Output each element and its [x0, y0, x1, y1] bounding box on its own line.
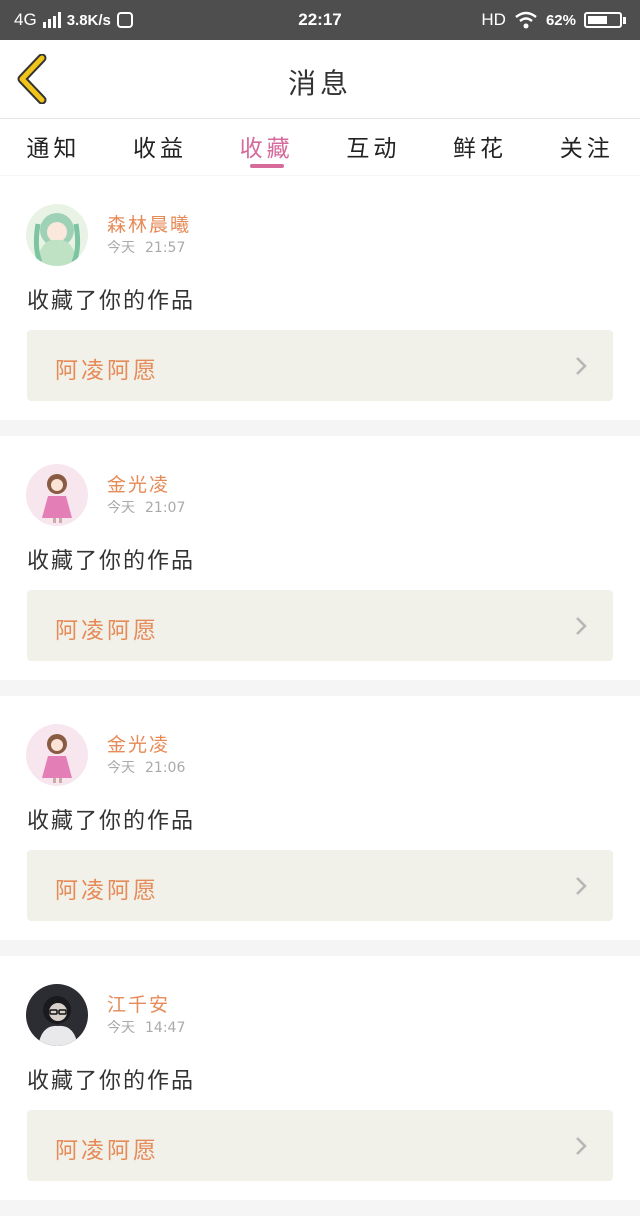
message-time: 今天 21:57: [107, 240, 186, 256]
avatar[interactable]: [26, 724, 88, 786]
work-link[interactable]: 阿凌阿愿: [27, 330, 613, 401]
tab-interaction[interactable]: 互动: [320, 119, 427, 175]
page-title: 消息: [287, 67, 352, 100]
work-link[interactable]: 阿凌阿愿: [27, 590, 613, 661]
chevron-right-icon: [576, 617, 587, 635]
avatar[interactable]: [26, 204, 88, 266]
avatar[interactable]: [26, 984, 88, 1046]
list-item: 金光凌 今天 21:06 收藏了你的作品 阿凌阿愿: [0, 696, 640, 940]
message-time: 今天 21:06: [107, 760, 186, 776]
battery-icon: [584, 12, 626, 28]
tab-follow[interactable]: 关注: [533, 119, 640, 175]
work-link[interactable]: 阿凌阿愿: [27, 1110, 613, 1181]
hd-indicator: HD: [481, 10, 506, 29]
chevron-right-icon: [576, 1137, 587, 1155]
work-link[interactable]: 阿凌阿愿: [27, 850, 613, 921]
list-item: 金光凌 今天 21:07 收藏了你的作品 阿凌阿愿: [0, 436, 640, 680]
work-title: 阿凌阿愿: [55, 878, 159, 904]
user-name[interactable]: 金光凌: [107, 470, 170, 497]
list-item: 森林晨曦 今天 21:57 收藏了你的作品 阿凌阿愿: [0, 176, 640, 420]
user-name[interactable]: 金光凌: [107, 730, 170, 757]
work-title: 阿凌阿愿: [55, 1138, 159, 1164]
tab-bar: 通知 收益 收藏 互动 鲜花 关注: [0, 119, 640, 175]
message-text: 收藏了你的作品: [27, 289, 196, 314]
message-text: 收藏了你的作品: [27, 809, 196, 834]
battery-percent: 62%: [545, 11, 576, 29]
message-text: 收藏了你的作品: [27, 549, 196, 574]
active-tab-indicator: [249, 164, 284, 168]
user-name[interactable]: 森林晨曦: [107, 210, 191, 237]
avatar[interactable]: [26, 464, 88, 526]
message-time: 今天 14:47: [107, 1020, 186, 1036]
message-text: 收藏了你的作品: [27, 1069, 196, 1094]
app-header: 消息: [0, 40, 640, 119]
user-name[interactable]: 江千安: [107, 990, 170, 1017]
message-time: 今天 21:07: [107, 500, 186, 516]
tab-favorites[interactable]: 收藏: [213, 119, 320, 175]
tab-flowers[interactable]: 鲜花: [427, 119, 534, 175]
tab-notice[interactable]: 通知: [0, 119, 107, 175]
list-item: 江千安 今天 14:47 收藏了你的作品 阿凌阿愿: [0, 956, 640, 1200]
status-bar: 4G 3.8K/s 22:17 HD 62%: [0, 0, 640, 40]
tab-earnings[interactable]: 收益: [107, 119, 214, 175]
wifi-icon: [515, 11, 537, 29]
chevron-right-icon: [576, 877, 587, 895]
message-list: 森林晨曦 今天 21:57 收藏了你的作品 阿凌阿愿 金光凌 今天 21:07 收藏…: [0, 176, 640, 1216]
work-title: 阿凌阿愿: [55, 358, 159, 384]
work-title: 阿凌阿愿: [55, 618, 159, 644]
chevron-right-icon: [576, 357, 587, 375]
